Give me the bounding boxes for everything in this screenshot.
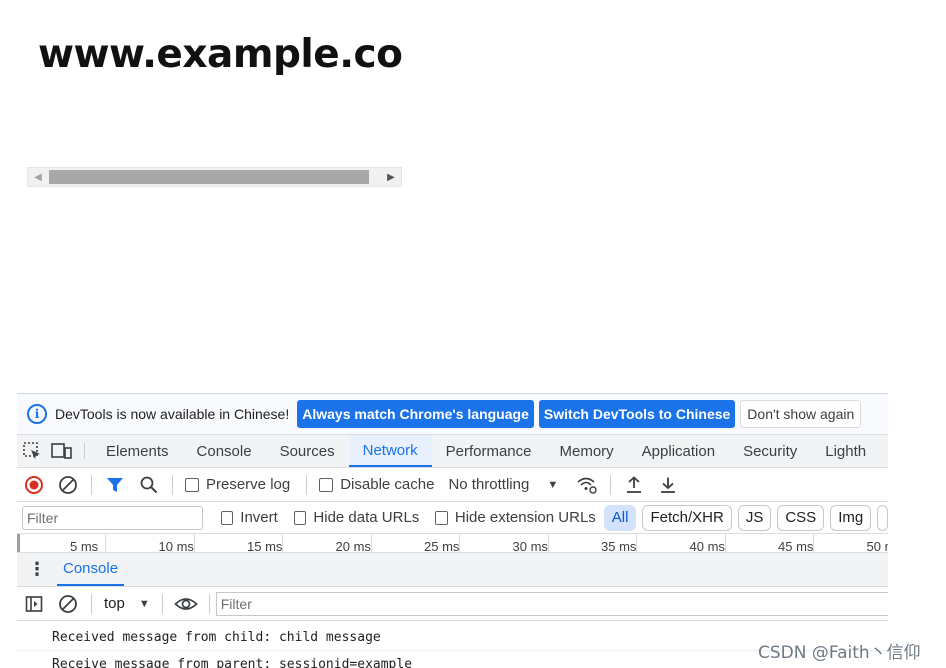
filter-type-all[interactable]: All bbox=[603, 504, 637, 531]
timeline-tick-label: 30 ms bbox=[512, 539, 548, 553]
disable-cache-checkbox[interactable] bbox=[319, 477, 334, 492]
chevron-down-icon[interactable]: ▼ bbox=[547, 479, 558, 491]
filter-type-img[interactable]: Img bbox=[830, 504, 872, 531]
page-title: www.example.com bbox=[38, 32, 402, 77]
tab-security[interactable]: Security bbox=[729, 435, 811, 467]
timeline-start-handle[interactable] bbox=[17, 534, 20, 552]
disable-cache-label: Disable cache bbox=[340, 476, 435, 493]
tab-lighthouse[interactable]: Lighth bbox=[811, 435, 880, 467]
tab-network[interactable]: Network bbox=[348, 435, 432, 467]
network-filter-input[interactable]: Filter bbox=[22, 505, 203, 530]
info-icon: i bbox=[27, 404, 47, 424]
always-match-language-button[interactable]: Always match Chrome's language bbox=[297, 400, 534, 428]
chevron-down-icon[interactable]: ▼ bbox=[139, 598, 150, 610]
tab-console[interactable]: Console bbox=[183, 435, 266, 467]
javascript-context-select[interactable]: top bbox=[104, 595, 125, 612]
devtools-panel: i DevTools is now available in Chinese! … bbox=[17, 393, 888, 668]
export-har-icon[interactable] bbox=[656, 473, 680, 497]
scroll-left-arrow-icon[interactable]: ◀ bbox=[28, 168, 48, 186]
drawer-header: ⋮ Console bbox=[17, 553, 888, 587]
timeline-gridline bbox=[105, 534, 106, 552]
network-toolbar: Preserve log Disable cache No throttling… bbox=[17, 468, 888, 502]
filter-funnel-icon[interactable] bbox=[103, 473, 127, 497]
network-timeline-overview[interactable]: 5 ms 10 ms 15 ms 20 ms 25 ms 30 ms 35 ms 40 ms 4… bbox=[17, 534, 888, 553]
dont-show-again-button[interactable]: Don't show again bbox=[740, 400, 862, 428]
preserve-log-label: Preserve log bbox=[206, 476, 291, 493]
more-tools-menu-icon[interactable]: ⋮ bbox=[17, 553, 57, 586]
toolbar-separator bbox=[91, 593, 92, 614]
toolbar-separator bbox=[91, 474, 92, 495]
invert-checkbox[interactable] bbox=[220, 510, 234, 525]
tab-sources[interactable]: Sources bbox=[266, 435, 349, 467]
filter-type-css[interactable]: CSS bbox=[777, 504, 825, 531]
toolbar-separator bbox=[306, 474, 308, 495]
search-icon[interactable] bbox=[137, 473, 161, 497]
tab-application[interactable]: Application bbox=[628, 435, 729, 467]
timeline-tick-label: 10 ms bbox=[158, 539, 194, 553]
screen: www.example.com ◀ ▶ i DevTools is now av… bbox=[0, 0, 946, 668]
filter-type-js[interactable]: JS bbox=[737, 504, 772, 531]
hide-extension-urls-checkbox[interactable] bbox=[435, 510, 448, 525]
timeline-tick-label: 15 ms bbox=[247, 539, 283, 553]
invert-label: Invert bbox=[240, 509, 278, 526]
hide-data-urls-label: Hide data URLs bbox=[313, 509, 420, 526]
console-filter-input[interactable]: Filter bbox=[215, 591, 888, 616]
device-toolbar-icon[interactable] bbox=[47, 435, 77, 467]
switch-to-chinese-button[interactable]: Switch DevTools to Chinese bbox=[538, 400, 736, 428]
record-stop-icon[interactable] bbox=[22, 473, 46, 497]
throttling-select[interactable]: No throttling bbox=[448, 476, 529, 493]
devtools-tab-bar: Elements Console Sources Network Perform… bbox=[17, 434, 888, 468]
toolbar-separator bbox=[161, 593, 163, 614]
import-har-icon[interactable] bbox=[622, 473, 646, 497]
network-conditions-icon[interactable] bbox=[575, 473, 599, 497]
filter-type-more[interactable] bbox=[877, 504, 888, 531]
timeline-tick-label: 25 ms bbox=[424, 539, 460, 553]
timeline-tick-label: 50 m bbox=[866, 539, 889, 553]
timeline-tick-label: 35 ms bbox=[601, 539, 637, 553]
console-sidebar-toggle-icon[interactable] bbox=[22, 592, 46, 616]
clear-console-icon[interactable] bbox=[56, 592, 80, 616]
timeline-tick-label: 5 ms bbox=[70, 539, 99, 553]
tab-elements[interactable]: Elements bbox=[92, 435, 183, 467]
horizontal-scrollbar[interactable]: ◀ ▶ bbox=[27, 167, 402, 187]
toolbar-separator bbox=[172, 474, 173, 495]
timeline-tick-label: 45 ms bbox=[778, 539, 814, 553]
language-infobar: i DevTools is now available in Chinese! … bbox=[17, 394, 888, 434]
watermark: CSDN @Faith丶信仰 bbox=[758, 643, 921, 663]
tab-memory[interactable]: Memory bbox=[546, 435, 628, 467]
drawer-tab-console[interactable]: Console bbox=[57, 553, 125, 586]
console-toolbar: top ▼ Filter bbox=[17, 587, 888, 621]
toolbar-separator bbox=[208, 593, 210, 614]
live-expression-eye-icon[interactable] bbox=[174, 592, 198, 616]
hide-extension-urls-label: Hide extension URLs bbox=[454, 509, 596, 526]
clear-icon[interactable] bbox=[56, 473, 80, 497]
toolbar-separator bbox=[610, 474, 612, 495]
tabbar-separator bbox=[84, 443, 85, 459]
hide-data-urls-checkbox[interactable] bbox=[293, 510, 307, 525]
scrollbar-thumb[interactable] bbox=[49, 170, 369, 184]
preserve-log-checkbox[interactable] bbox=[185, 477, 199, 492]
network-filter-bar: Filter Invert Hide data URLs Hide extens… bbox=[17, 502, 888, 534]
inspect-element-icon[interactable] bbox=[17, 435, 47, 467]
timeline-tick-label: 40 ms bbox=[689, 539, 725, 553]
timeline-tick-label: 20 ms bbox=[335, 539, 371, 553]
scroll-right-arrow-icon[interactable]: ▶ bbox=[381, 168, 401, 186]
filter-type-fetch-xhr[interactable]: Fetch/XHR bbox=[642, 504, 732, 531]
infobar-message: DevTools is now available in Chinese! bbox=[55, 406, 290, 422]
tab-performance[interactable]: Performance bbox=[432, 435, 546, 467]
